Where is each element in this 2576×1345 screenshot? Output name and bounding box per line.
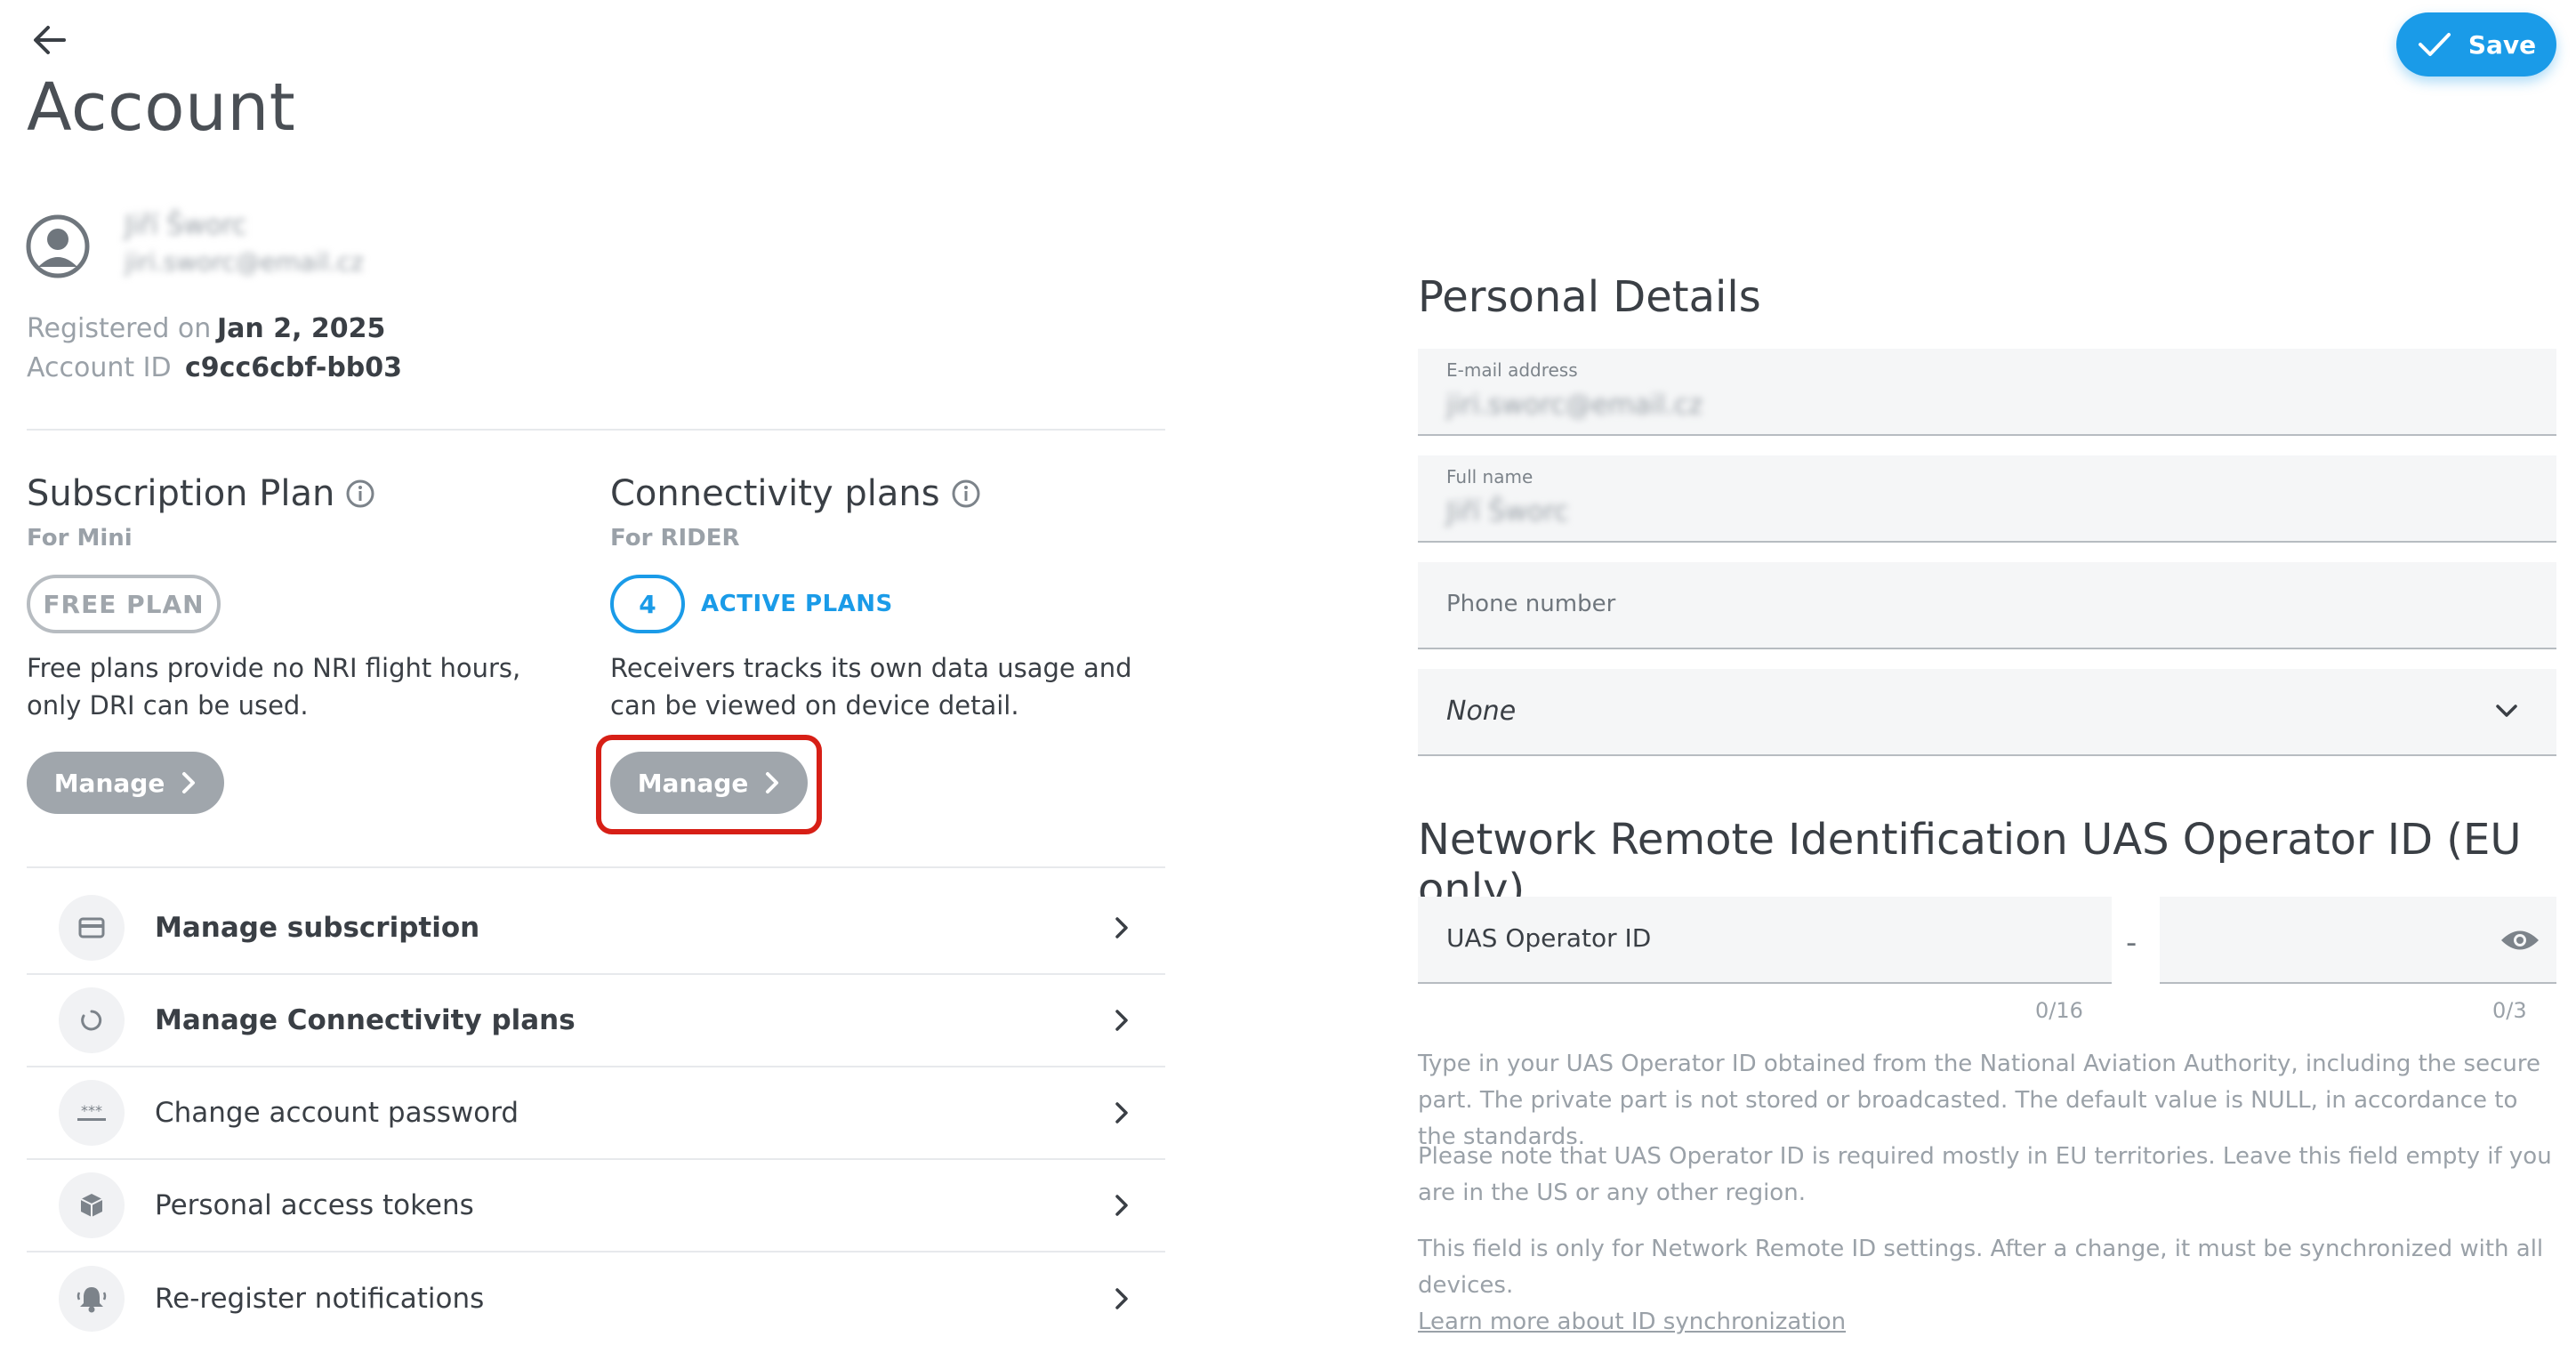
credit-card-icon [59,895,125,961]
free-plan-badge: FREE PLAN [27,575,221,633]
chevron-down-icon [2494,703,2519,719]
profile-name: Jiří Šworc [125,210,247,241]
menu-item-label: Manage Connectivity plans [155,1004,576,1036]
menu-item-reregister-notifications[interactable]: Re-register notifications [27,1252,1165,1345]
registered-label: Registered on [27,313,212,344]
phone-number-field[interactable]: Phone number [1418,562,2556,649]
connectivity-title-text: Connectivity plans [610,473,940,514]
manage-label: Manage [637,768,749,798]
learn-more-link[interactable]: Learn more about ID synchronization [1418,1309,1846,1335]
back-button[interactable] [23,18,76,62]
account-id-value: c9cc6cbf-bb03 [185,352,403,383]
menu-item-access-tokens[interactable]: Personal access tokens [27,1160,1165,1252]
divider [27,429,1165,431]
menu-item-manage-subscription[interactable]: Manage subscription [27,882,1165,975]
subscription-description: Free plans provide no NRI flight hours, … [27,653,521,721]
menu-item-label: Change account password [155,1097,519,1129]
connectivity-title: Connectivity plans [610,473,981,514]
fullname-field[interactable]: Full name Jiří Šworc [1418,455,2556,543]
chevron-right-icon [1114,1286,1130,1311]
email-label: E-mail address [1446,359,1578,381]
email-field[interactable]: E-mail address jiri.sworc@email.cz [1418,349,2556,436]
menu-item-label: Re-register notifications [155,1283,485,1315]
uas-operator-id-field[interactable]: UAS Operator ID [1418,897,2112,984]
help-text-3-body: This field is only for Network Remote ID… [1418,1236,2544,1299]
subscription-subtitle: For Mini [27,525,133,552]
menu-item-label: Manage subscription [155,912,480,944]
eye-icon[interactable] [2500,927,2540,954]
chevron-right-icon [764,771,780,794]
fullname-value: Jiří Šworc [1446,496,1569,528]
chevron-right-icon [1114,1193,1130,1218]
email-value: jiri.sworc@email.cz [1446,390,1703,421]
operator-id-counter: 0/16 [2035,998,2083,1023]
svg-text:***: *** [81,1103,102,1119]
chevron-right-icon [1114,1100,1130,1125]
phone-placeholder: Phone number [1446,591,1616,617]
registered-value: Jan 2, 2025 [217,313,386,344]
active-plans-count: 4 [610,575,685,633]
id-separator: - [2126,925,2137,961]
info-icon[interactable] [345,479,375,509]
check-icon [2417,31,2452,58]
help-text-2: Please note that UAS Operator ID is requ… [1418,1143,2552,1206]
password-dots-icon: *** [59,1080,125,1146]
profile-email: jiri.sworc@email.cz [125,247,364,277]
page-title: Account [27,69,296,146]
menu-item-label: Personal access tokens [155,1189,474,1221]
chevron-right-icon [181,771,197,794]
connectivity-description: Receivers tracks its own data usage and … [610,653,1132,721]
info-icon[interactable] [951,479,981,509]
cube-icon [59,1172,125,1238]
connectivity-subtitle: For RIDER [610,525,740,552]
menu-item-change-password[interactable]: *** Change account password [27,1067,1165,1160]
chevron-right-icon [1114,915,1130,940]
manage-subscription-button[interactable]: Manage [27,752,224,814]
select-value: None [1446,696,1517,727]
circle-refresh-icon [59,987,125,1053]
operator-placeholder: UAS Operator ID [1446,923,1652,953]
active-plans-label: ACTIVE PLANS [701,591,893,617]
menu-item-manage-connectivity[interactable]: Manage Connectivity plans [27,975,1165,1067]
subscription-title-text: Subscription Plan [27,473,335,514]
subscription-title: Subscription Plan [27,473,375,514]
account-id-label: Account ID [27,352,172,383]
secure-part-counter: 0/3 [2492,998,2527,1023]
save-label: Save [2467,29,2537,60]
fullname-label: Full name [1446,466,1534,487]
chevron-right-icon [1114,1008,1130,1033]
manage-label: Manage [53,768,165,798]
divider [27,866,1165,868]
arrow-left-icon [32,24,68,56]
avatar-icon [25,213,91,279]
none-select[interactable]: None [1418,669,2556,756]
help-text-3: This field is only for Network Remote ID… [1418,1231,2556,1341]
bell-icon [59,1266,125,1332]
save-button[interactable]: Save [2396,12,2556,77]
secure-part-field[interactable] [2160,897,2556,984]
manage-connectivity-button[interactable]: Manage [610,752,808,814]
personal-details-title: Personal Details [1418,272,1761,322]
